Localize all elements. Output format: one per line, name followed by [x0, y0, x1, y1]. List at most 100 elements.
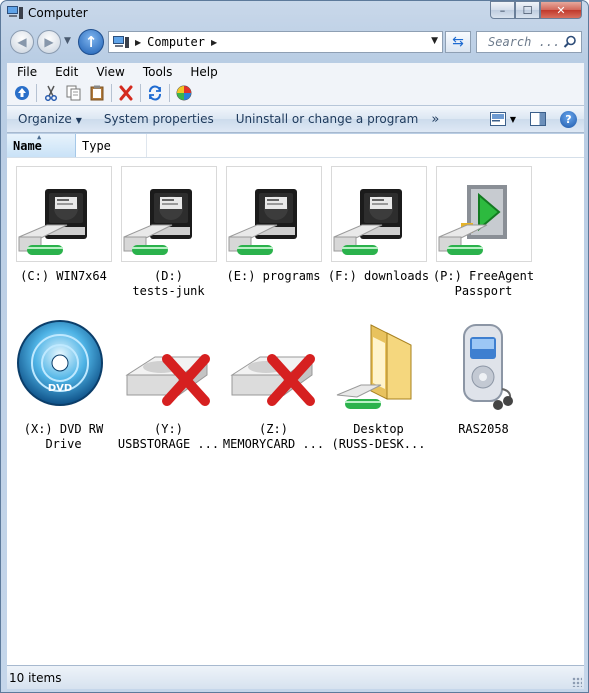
drive-item-d[interactable]: (D:) tests-junk [116, 166, 221, 299]
delete-x-icon [119, 85, 133, 101]
menu-view[interactable]: View [87, 65, 133, 79]
control-panel-icon [176, 85, 192, 101]
maximize-button[interactable]: ☐ [515, 1, 540, 19]
views-icon [489, 112, 506, 126]
hard-drive-icon [120, 166, 217, 262]
drive-item-f[interactable]: (F:) downloads [326, 166, 431, 284]
up-button[interactable]: ↑ [78, 29, 104, 55]
drive-item-e[interactable]: (E:) programs [221, 166, 326, 284]
item-label: RAS2058 [458, 422, 509, 436]
up-arrow-icon: ↑ [84, 33, 98, 51]
cut-button[interactable] [42, 84, 60, 102]
search-box[interactable]: Search ... [476, 31, 582, 53]
item-label: (E:) programs [226, 269, 321, 283]
caption-buttons: – ☐ ✕ [490, 1, 582, 19]
item-label: (Y:) USBSTORAGE ... [117, 422, 220, 451]
paste-button[interactable] [88, 84, 106, 102]
item-label: (Z:) MEMORYCARD ... [222, 422, 325, 451]
breadcrumb-chevron-icon[interactable]: ▶ [135, 38, 141, 47]
column-header-name[interactable]: ▲ Name [7, 133, 76, 157]
chevron-down-icon: ▼ [509, 114, 516, 124]
system-properties-button[interactable]: System properties [93, 112, 225, 126]
svg-text:DVD: DVD [47, 383, 71, 394]
breadcrumb-computer[interactable]: Computer [147, 35, 205, 49]
back-button[interactable]: ◀ [10, 30, 34, 54]
more-commands-button[interactable]: » [431, 112, 439, 127]
refresh-icon: ⇆ [452, 34, 464, 50]
address-bar[interactable]: ▶ Computer ▶ ▼ [108, 31, 443, 53]
disconnected-network-drive-icon [226, 319, 322, 415]
scissors-icon [44, 85, 58, 101]
drive-item-c[interactable]: (C:) WIN7x64 [11, 166, 116, 284]
search-icon[interactable] [563, 35, 577, 49]
toolbar-divider [111, 84, 112, 102]
file-list: (C:) WIN7x64 (D:) tests-junk (E:) progra… [7, 158, 584, 665]
minimize-button[interactable]: – [490, 1, 515, 19]
hard-drive-icon [225, 166, 322, 262]
menu-file[interactable]: File [7, 65, 46, 79]
status-bar: 10 items [7, 665, 584, 689]
refresh-toolbar-button[interactable] [146, 84, 164, 102]
device-item-ras2058[interactable]: RAS2058 [431, 319, 536, 437]
external-drive-icon [435, 166, 532, 262]
menu-bar: File Edit View Tools Help [7, 63, 584, 81]
network-location-desktop[interactable]: Desktop (RUSS-DESK... [326, 319, 431, 452]
network-folder-icon [331, 319, 427, 415]
menu-help[interactable]: Help [181, 65, 226, 79]
disconnected-network-drive-icon [121, 319, 217, 415]
window-title: Computer [28, 6, 88, 20]
forward-arrow-icon: ▶ [44, 35, 54, 49]
item-count: 10 items [9, 670, 62, 685]
menu-tools[interactable]: Tools [134, 65, 182, 79]
refresh-button[interactable]: ⇆ [445, 31, 471, 53]
column-type-label: Type [82, 138, 111, 153]
media-player-device-icon [436, 319, 532, 415]
explorer-window: Computer – ☐ ✕ ◀ ▶ ▼ ↑ ▶ Computer ▶ ▼ ⇆ … [0, 0, 589, 693]
title-bar[interactable]: Computer – ☐ ✕ [1, 1, 588, 27]
drive-item-p[interactable]: (P:) FreeAgent Passport [431, 166, 536, 299]
address-dropdown-icon[interactable]: ▼ [431, 36, 438, 46]
preview-pane-button[interactable] [530, 112, 546, 126]
hard-drive-icon [330, 166, 427, 262]
close-button[interactable]: ✕ [540, 1, 582, 19]
breadcrumb-chevron-icon[interactable]: ▶ [211, 38, 217, 47]
search-input[interactable]: Search ... [488, 35, 563, 49]
item-label: (X:) DVD RW Drive [23, 422, 104, 451]
help-button[interactable]: ? [560, 110, 577, 128]
copy-button[interactable] [65, 84, 83, 102]
computer-icon [113, 35, 129, 48]
drive-item-x[interactable]: DVD (X:) DVD RW Drive [11, 319, 116, 452]
views-button[interactable]: ▼ [484, 112, 522, 126]
organize-label: Organize [18, 112, 72, 126]
sort-ascending-icon: ▲ [37, 133, 42, 141]
command-bar-right: ▼ ? [484, 106, 584, 132]
dvd-drive-icon: DVD [16, 319, 112, 415]
recent-pages-dropdown[interactable]: ▼ [64, 36, 71, 46]
delete-button[interactable] [117, 84, 135, 102]
up-level-button[interactable] [13, 84, 31, 102]
toolbar-divider [36, 84, 37, 102]
drive-item-y[interactable]: (Y:) USBSTORAGE ... [116, 319, 221, 452]
up-arrow-icon [15, 86, 29, 100]
copy-icon [66, 85, 81, 101]
help-icon: ? [565, 112, 572, 126]
refresh-icon [149, 85, 161, 101]
drive-item-z[interactable]: (Z:) MEMORYCARD ... [221, 319, 326, 452]
toolbar-divider [169, 84, 170, 102]
icon-toolbar [7, 81, 584, 105]
menu-edit[interactable]: Edit [46, 65, 87, 79]
control-panel-button[interactable] [175, 84, 193, 102]
item-label: Desktop (RUSS-DESK... [331, 422, 426, 451]
command-bar: Organize ▼ System properties Uninstall or… [7, 105, 584, 133]
clipboard-icon [90, 85, 104, 101]
resize-grip-icon[interactable] [572, 677, 582, 687]
uninstall-program-button[interactable]: Uninstall or change a program [225, 112, 430, 126]
column-header-type[interactable]: Type [76, 134, 147, 157]
organize-button[interactable]: Organize ▼ [7, 112, 93, 126]
item-label: (D:) tests-junk [132, 269, 205, 298]
forward-button[interactable]: ▶ [37, 30, 61, 54]
toolbar-divider [140, 84, 141, 102]
chevron-down-icon: ▼ [75, 116, 82, 125]
item-label: (P:) FreeAgent Passport [432, 269, 535, 298]
hard-drive-icon [15, 166, 112, 262]
